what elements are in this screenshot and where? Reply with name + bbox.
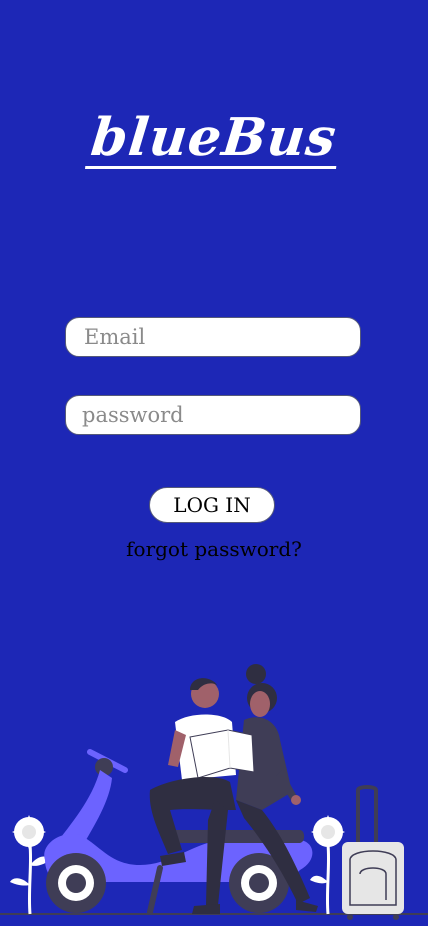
login-button[interactable]: LOG IN — [149, 487, 275, 523]
email-field[interactable] — [65, 317, 361, 357]
flower-left-illustration — [10, 815, 50, 915]
flower-right-illustration — [310, 815, 345, 915]
suitcase-illustration — [342, 785, 404, 920]
scooter-couple-illustration — [0, 664, 428, 920]
logo-text: blueBus — [85, 107, 343, 169]
brand-logo: blueBus — [0, 107, 428, 169]
forgot-password-link[interactable]: forgot password? — [0, 537, 428, 561]
password-field[interactable] — [65, 395, 361, 435]
